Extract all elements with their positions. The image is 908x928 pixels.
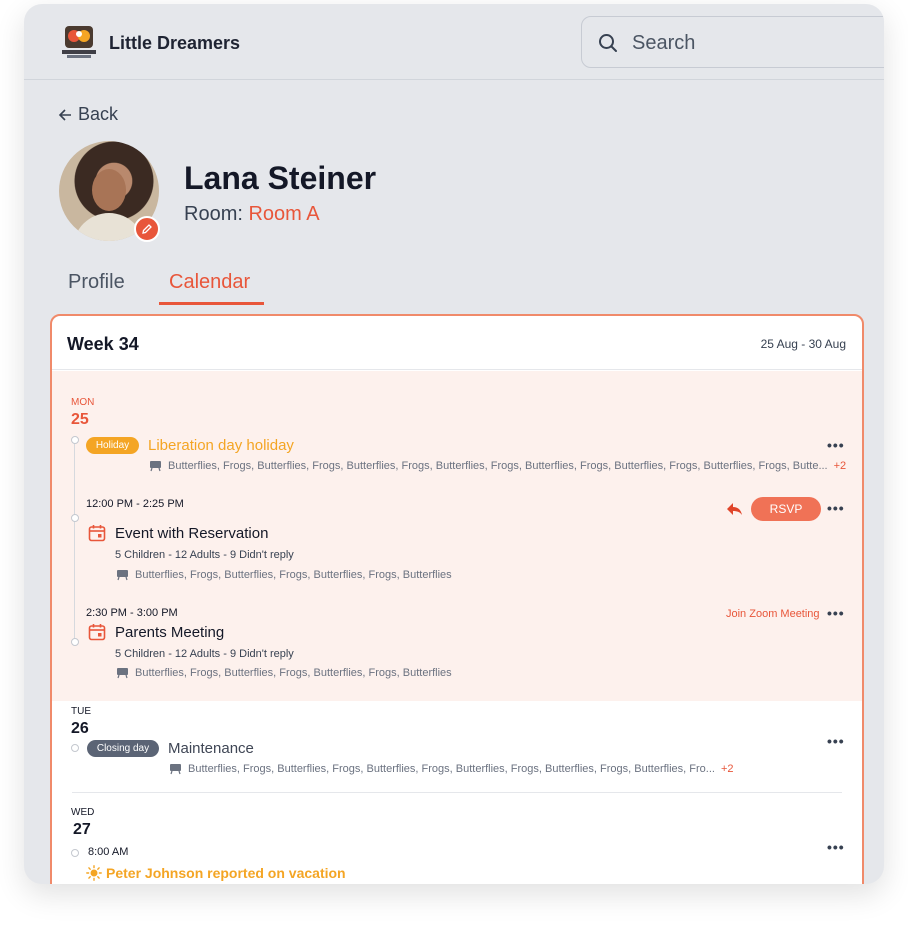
app-name: Little Dreamers [109, 33, 241, 53]
timeline-dot [71, 849, 79, 857]
day-number: 27 [73, 821, 91, 838]
room-label: Room: [184, 203, 243, 225]
timeline-line [74, 440, 75, 640]
easel-icon [150, 461, 161, 472]
more-groups-count[interactable]: +2 [721, 763, 734, 775]
event-title[interactable]: Event with Reservation [115, 525, 268, 542]
school-logo [62, 24, 96, 60]
timeline-dot [71, 638, 79, 646]
event-time: 2:30 PM - 3:00 PM [86, 607, 178, 619]
vacation-text: Peter Johnson reported on vacation [106, 865, 346, 881]
reply-icon[interactable] [725, 501, 743, 517]
event-groups: Butterflies, Frogs, Butterflies, Frogs, … [116, 569, 452, 581]
search-placeholder: Search [632, 32, 696, 54]
edit-avatar-button[interactable] [134, 216, 160, 242]
tab-calendar[interactable]: Calendar [169, 271, 250, 294]
search-icon [599, 34, 617, 52]
tab-profile[interactable]: Profile [68, 271, 125, 294]
event-groups: Butterflies, Frogs, Butterflies, Frogs, … [116, 667, 452, 679]
event-time: 8:00 AM [88, 846, 129, 858]
calendar-icon [88, 624, 106, 641]
back-label: Back [78, 104, 119, 124]
closing-day-badge: Closing day [87, 740, 159, 757]
more-groups-count[interactable]: +2 [834, 460, 847, 472]
timeline-dot [71, 744, 79, 752]
event-time: 12:00 PM - 2:25 PM [86, 498, 184, 510]
event-title[interactable]: Liberation day holiday [148, 437, 294, 454]
week-header: Week 34 25 Aug - 30 Aug [52, 316, 862, 370]
more-options-button[interactable]: ••• [827, 500, 845, 516]
child-name: Lana Steiner [184, 160, 377, 196]
day-of-week: MON [71, 397, 95, 408]
day-of-week: WED [71, 807, 95, 818]
search-input[interactable]: Search [581, 16, 884, 68]
timeline-dot [71, 436, 79, 444]
back-button[interactable]: Back [58, 104, 118, 125]
join-zoom-link[interactable]: Join Zoom Meeting [726, 608, 820, 620]
more-options-button[interactable]: ••• [827, 733, 845, 749]
timeline-dot [71, 514, 79, 522]
day-of-week: TUE [71, 706, 91, 717]
sun-icon [86, 865, 102, 881]
more-options-button[interactable]: ••• [827, 839, 845, 855]
pencil-icon [142, 224, 152, 234]
week-label: Week 34 [67, 334, 139, 354]
room-value[interactable]: Room A [248, 203, 319, 225]
groups-text: Butterflies, Frogs, Butterflies, Frogs, … [135, 569, 452, 581]
easel-icon [170, 764, 181, 775]
attendance-counts: 5 Children - 12 Adults - 9 Didn't reply [115, 648, 294, 660]
easel-icon [117, 668, 128, 679]
event-title[interactable]: Maintenance [168, 740, 254, 757]
room-info: Room: Room A [184, 203, 320, 226]
event-groups: Butterflies, Frogs, Butterflies, Frogs, … [149, 460, 846, 472]
arrow-left-icon [58, 108, 71, 121]
attendance-counts: 5 Children - 12 Adults - 9 Didn't reply [115, 549, 294, 561]
more-options-button[interactable]: ••• [827, 437, 845, 453]
day-number: 26 [71, 720, 89, 737]
rsvp-button[interactable]: RSVP [751, 497, 821, 521]
holiday-badge: Holiday [86, 437, 139, 454]
groups-text: Butterflies, Frogs, Butterflies, Frogs, … [188, 763, 715, 775]
top-bar: Little Dreamers Search [24, 4, 884, 80]
vacation-notice[interactable]: Peter Johnson reported on vacation [86, 865, 346, 881]
calendar-icon [88, 525, 106, 542]
event-groups: Butterflies, Frogs, Butterflies, Frogs, … [169, 763, 734, 775]
groups-text: Butterflies, Frogs, Butterflies, Frogs, … [168, 460, 828, 472]
app-window: Little Dreamers Search Back Lana Steiner… [24, 4, 884, 884]
more-options-button[interactable]: ••• [827, 605, 845, 621]
day-number: 25 [71, 411, 89, 428]
event-title[interactable]: Parents Meeting [115, 624, 224, 641]
groups-text: Butterflies, Frogs, Butterflies, Frogs, … [135, 667, 452, 679]
active-tab-indicator [159, 302, 264, 305]
day-divider [72, 792, 842, 793]
week-date-range: 25 Aug - 30 Aug [760, 337, 846, 351]
calendar-panel: Week 34 25 Aug - 30 Aug MON 25 Holiday L… [50, 314, 864, 884]
easel-icon [117, 570, 128, 581]
